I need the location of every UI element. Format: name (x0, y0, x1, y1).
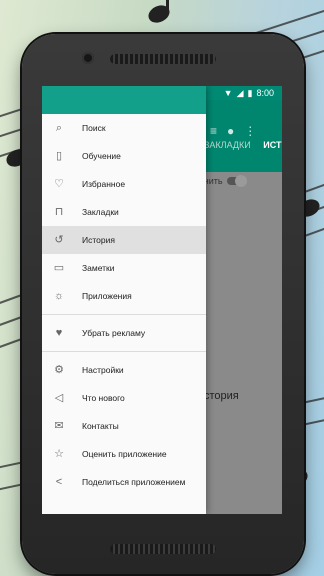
menu-item-label: Поделиться приложением (82, 477, 186, 487)
tab-history[interactable]: ИСТ (263, 140, 281, 150)
menu-item-label: Заметки (82, 263, 115, 273)
speaker-top (110, 54, 216, 64)
menu-item-share[interactable]: < Поделиться приложением (42, 468, 206, 496)
megaphone-icon: ◁ (54, 391, 64, 404)
toggle-icon[interactable]: ● (227, 124, 234, 138)
history-icon: ↺ (54, 233, 64, 246)
battery-icon: ▮ (247, 87, 253, 98)
camera-icon (82, 52, 94, 64)
share-icon: < (55, 475, 63, 488)
menu-item-label: Настройки (82, 365, 124, 375)
menu-item-settings[interactable]: ⚙ Настройки (42, 356, 206, 384)
menu-item-apps[interactable]: ☼ Приложения (42, 282, 206, 310)
heart-filled-icon: ♥ (55, 326, 63, 339)
search-icon: ⌕ (55, 121, 63, 134)
toggle-label: чить (204, 176, 223, 186)
menu-item-bookmarks[interactable]: ⊓ Закладки (42, 198, 206, 226)
menu-item-search[interactable]: ⌕ Поиск (42, 114, 206, 142)
cards-icon: ▯ (55, 149, 63, 162)
menu-item-history[interactable]: ↺ История (42, 226, 206, 254)
drawer-menu: ⌕ Поиск ▯ Обучение ♡ Избранное ⊓ Закладк… (42, 114, 206, 310)
status-time: 8:00 (256, 88, 274, 98)
menu-item-label: Избранное (82, 179, 126, 189)
lightbulb-icon: ☼ (53, 289, 65, 302)
heart-icon: ♡ (54, 177, 64, 190)
menu-item-label: Контакты (82, 421, 119, 431)
menu-item-label: Что нового (82, 393, 125, 403)
menu-item-rate[interactable]: ☆ Оценить приложение (42, 440, 206, 468)
divider (42, 314, 206, 315)
menu-item-learning[interactable]: ▯ Обучение (42, 142, 206, 170)
background-toggle-row: чить (204, 175, 247, 187)
more-icon[interactable]: ⋮ (244, 124, 256, 138)
menu-item-label: История (82, 235, 115, 245)
menu-item-remove-ads[interactable]: ♥ Убрать рекламу (42, 319, 206, 347)
sort-icon[interactable]: ≡ (210, 124, 217, 138)
tab-bookmarks[interactable]: ЗАКЛАДКИ (204, 140, 251, 150)
app-bar-actions: ≡ ● ⋮ (210, 124, 256, 138)
menu-item-contacts[interactable]: ✉ Контакты (42, 412, 206, 440)
tab-strip: ЗАКЛАДКИ ИСТ (204, 140, 282, 150)
divider (42, 351, 206, 352)
menu-item-notes[interactable]: ▭ Заметки (42, 254, 206, 282)
mail-icon: ✉ (54, 419, 64, 432)
drawer-menu-ads: ♥ Убрать рекламу (42, 319, 206, 347)
menu-item-whats-new[interactable]: ◁ Что нового (42, 384, 206, 412)
menu-item-label: Убрать рекламу (82, 328, 146, 338)
menu-item-label: Поиск (82, 123, 106, 133)
menu-item-favorites[interactable]: ♡ Избранное (42, 170, 206, 198)
gear-icon: ⚙ (54, 363, 64, 376)
menu-item-label: Приложения (82, 291, 132, 301)
device-screen: ▼ ◢ ▮ 8:00 ≡ ● ⋮ ЗАКЛАДКИ ИСТ чить стори… (42, 86, 282, 514)
navigation-drawer: ⌕ Поиск ▯ Обучение ♡ Избранное ⊓ Закладк… (42, 86, 206, 514)
background-history-text: стория (204, 390, 239, 402)
speaker-bottom (110, 544, 216, 554)
wifi-icon: ▼ (223, 88, 233, 98)
menu-item-label: Оценить приложение (82, 449, 167, 459)
toggle-switch[interactable] (226, 175, 247, 187)
bookmark-icon: ⊓ (54, 205, 64, 218)
drawer-header (42, 86, 206, 114)
drawer-menu-settings: ⚙ Настройки ◁ Что нового ✉ Контакты ☆ Оц… (42, 356, 206, 496)
menu-item-label: Обучение (82, 151, 121, 161)
signal-icon: ◢ (236, 87, 244, 98)
menu-item-label: Закладки (82, 207, 119, 217)
star-icon: ☆ (54, 447, 64, 460)
note-icon: ▭ (53, 261, 65, 274)
